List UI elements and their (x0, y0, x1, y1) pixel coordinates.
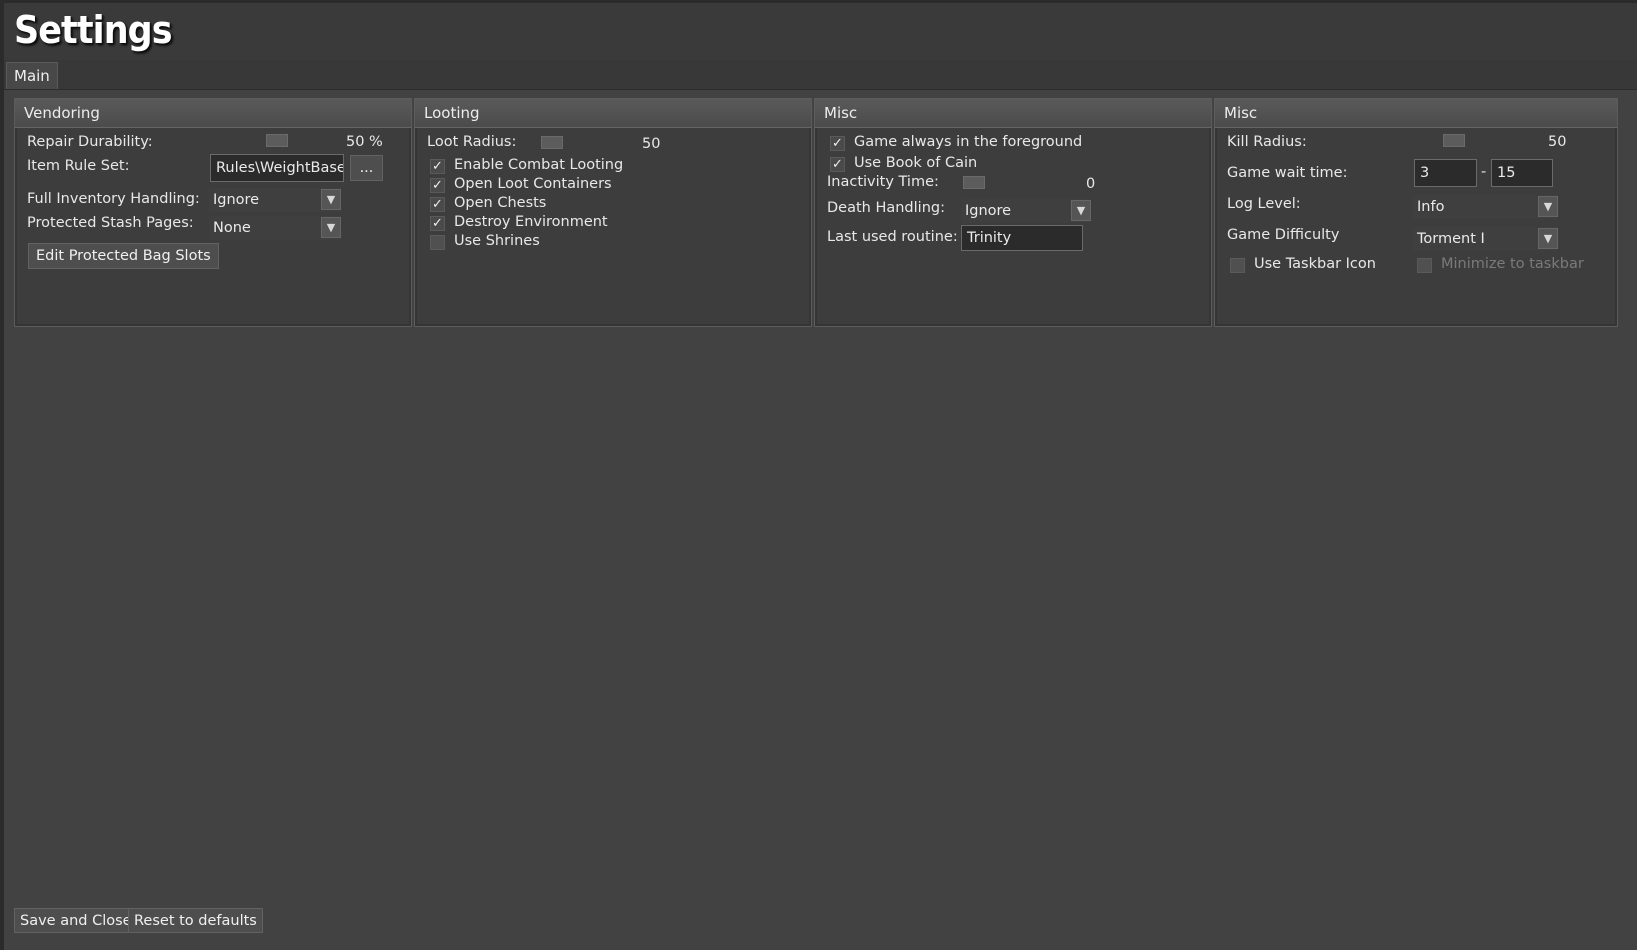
protected-stash-label: Protected Stash Pages: (27, 215, 194, 231)
checkmark-icon[interactable]: ✓ (430, 178, 445, 193)
chevron-down-icon[interactable]: ▼ (1538, 196, 1558, 217)
misc-header-2: Misc (1215, 99, 1617, 128)
checkmark-icon[interactable]: ✓ (830, 157, 845, 172)
unchecked-box-icon[interactable] (430, 235, 445, 250)
repair-durability-slider[interactable] (266, 134, 288, 147)
tab-main[interactable]: Main (6, 62, 58, 89)
loot-radius-value: 50 (642, 136, 661, 152)
looting-group: Looting Loot Radius: 50 ✓ Enable Combat … (414, 98, 812, 327)
open-loot-containers-label: Open Loot Containers (454, 176, 612, 192)
item-rule-set-label: Item Rule Set: (27, 158, 130, 174)
destroy-environment-label: Destroy Environment (454, 214, 608, 230)
browse-button[interactable]: ... (350, 155, 383, 181)
log-level-dropdown[interactable]: Info ▼ (1413, 195, 1558, 219)
open-chests-label: Open Chests (454, 195, 547, 211)
protected-stash-dropdown[interactable]: None ▼ (209, 216, 341, 240)
vendoring-group: Vendoring Repair Durability: 50 % Item R… (14, 98, 412, 327)
use-shrines-label: Use Shrines (454, 233, 540, 249)
game-foreground-label: Game always in the foreground (854, 134, 1083, 150)
chevron-down-icon[interactable]: ▼ (321, 217, 341, 238)
inactivity-time-slider[interactable] (963, 176, 985, 189)
death-handling-value: Ignore (965, 203, 1012, 219)
looting-header: Looting (415, 99, 811, 128)
page-title: Settings (14, 8, 173, 52)
log-level-label: Log Level: (1227, 196, 1301, 212)
kill-radius-value: 50 (1548, 134, 1567, 150)
kill-radius-slider[interactable] (1443, 134, 1465, 147)
full-inventory-dropdown[interactable]: Ignore ▼ (209, 188, 341, 212)
full-inventory-label: Full Inventory Handling: (27, 191, 200, 207)
item-rule-set-input[interactable]: Rules\WeightBasedF (210, 154, 344, 182)
chevron-down-icon[interactable]: ▼ (321, 189, 341, 210)
chevron-down-icon[interactable]: ▼ (1538, 228, 1558, 249)
full-inventory-value: Ignore (213, 192, 260, 208)
death-handling-dropdown[interactable]: Ignore ▼ (961, 199, 1091, 223)
checkmark-icon[interactable]: ✓ (430, 197, 445, 212)
death-handling-label: Death Handling: (827, 200, 945, 216)
game-wait-time-label: Game wait time: (1227, 165, 1348, 181)
vendoring-header: Vendoring (15, 99, 411, 128)
last-used-routine-input[interactable]: Trinity (961, 225, 1083, 251)
use-taskbar-icon-label: Use Taskbar Icon (1254, 256, 1376, 272)
settings-window: Settings Main Vendoring Repair Durabilit… (4, 3, 1637, 950)
unchecked-box-icon[interactable] (1417, 258, 1432, 273)
misc-group-2: Misc Kill Radius: 50 Game wait time: 3 -… (1214, 98, 1618, 327)
loot-radius-slider[interactable] (541, 136, 563, 149)
tab-strip: Main (4, 60, 1637, 90)
checkmark-icon[interactable]: ✓ (430, 159, 445, 174)
title-bar: Settings (4, 3, 1637, 60)
checkmark-icon[interactable]: ✓ (830, 136, 845, 151)
game-difficulty-dropdown[interactable]: Torment I ▼ (1413, 227, 1558, 251)
kill-radius-label: Kill Radius: (1227, 134, 1307, 150)
misc-group-1: Misc ✓ Game always in the foreground ✓ U… (814, 98, 1212, 327)
unchecked-box-icon[interactable] (1230, 258, 1245, 273)
repair-durability-label: Repair Durability: (27, 134, 153, 150)
minimize-to-taskbar-label: Minimize to taskbar (1441, 256, 1584, 272)
loot-radius-label: Loot Radius: (427, 134, 517, 150)
edit-protected-bag-slots-button[interactable]: Edit Protected Bag Slots (28, 243, 219, 269)
inactivity-time-label: Inactivity Time: (827, 174, 939, 190)
checkmark-icon[interactable]: ✓ (430, 216, 445, 231)
game-wait-separator: - (1481, 164, 1487, 180)
protected-stash-value: None (213, 220, 251, 236)
chevron-down-icon[interactable]: ▼ (1071, 200, 1091, 221)
save-and-close-button[interactable]: Save and Close (14, 908, 138, 933)
game-wait-min-input[interactable]: 3 (1414, 159, 1477, 187)
enable-combat-looting-label: Enable Combat Looting (454, 157, 624, 173)
use-book-of-cain-label: Use Book of Cain (854, 155, 978, 171)
log-level-value: Info (1417, 199, 1445, 215)
game-difficulty-label: Game Difficulty (1227, 227, 1340, 243)
repair-durability-value: 50 % (346, 134, 383, 150)
reset-to-defaults-button[interactable]: Reset to defaults (128, 908, 263, 933)
game-wait-max-input[interactable]: 15 (1491, 159, 1553, 187)
game-difficulty-value: Torment I (1417, 231, 1485, 247)
misc-header-1: Misc (815, 99, 1211, 128)
last-used-routine-label: Last used routine: (827, 229, 958, 245)
inactivity-time-value: 0 (1086, 176, 1096, 192)
